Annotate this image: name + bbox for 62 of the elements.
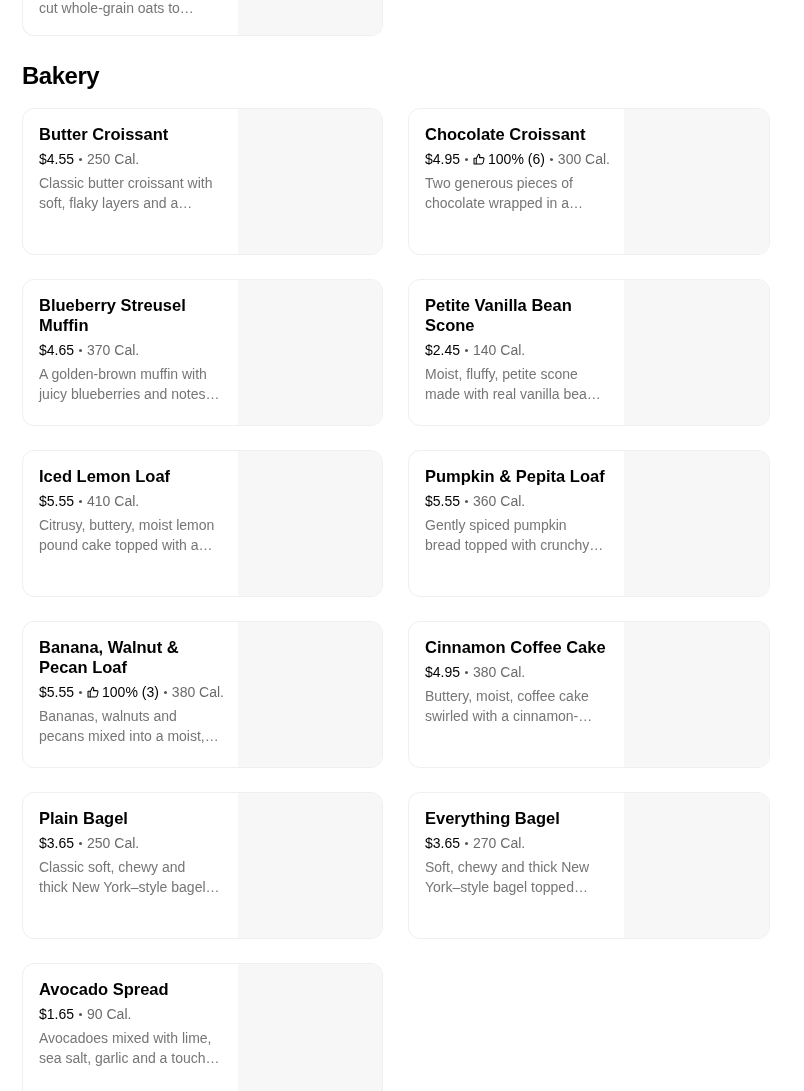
item-calories: 410 Cal. xyxy=(87,492,140,510)
item-price: $1.65 xyxy=(39,1005,75,1023)
item-calories: 300 Cal. xyxy=(557,150,610,168)
item-name: Avocado Spread xyxy=(39,979,170,999)
item-description: Citrusy, buttery, moist lemon pound cake topped with a… xyxy=(39,516,216,555)
item-price: $5.55 xyxy=(39,683,75,701)
item-price: $5.55 xyxy=(39,492,75,510)
item-description: Avocadoes mixed with lime, sea salt, garlic and a touch… xyxy=(39,1029,221,1068)
menu-item-card[interactable]: Avocado Spread $1.65 90 Cal. Avocadoes mixed with lime, sea salt, garlic and a touch… xyxy=(22,963,383,1091)
menu-item-card[interactable]: Cinnamon Coffee Cake $4.95 380 Cal. Buttery, moist, coffee cake swirled with a cinnamon-… xyxy=(408,621,770,768)
item-calories: 90 Cal. xyxy=(87,1005,132,1023)
item-name: Cinnamon Coffee Cake xyxy=(425,637,607,657)
rating-text: 100% (3) xyxy=(102,683,159,701)
item-calories: 380 Cal. xyxy=(171,683,224,701)
item-calories: 250 Cal. xyxy=(87,834,140,852)
item-name: Butter Croissant xyxy=(39,124,170,144)
item-description: Classic butter croissant with soft, flaky layers and a… xyxy=(39,174,214,213)
item-calories: 360 Cal. xyxy=(473,492,526,510)
item-description: Bananas, walnuts and pecans mixed into a moist,… xyxy=(39,707,220,746)
menu-item-card[interactable]: Banana, Walnut & Pecan Loaf $5.55 100% (3) 380 Cal. Bananas, walnuts and pecans mixed into a moist,… xyxy=(22,621,383,768)
menu-item-card[interactable]: Petite Vanilla Bean Scone $2.45 140 Cal. Moist, fluffy, petite scone made with real vanilla bea… xyxy=(408,279,770,426)
menu-item-card[interactable]: Butter Croissant $4.55 250 Cal. Classic butter croissant with soft, flaky layers and a… xyxy=(22,108,383,255)
item-price: $3.65 xyxy=(39,834,75,852)
item-price: $4.55 xyxy=(39,150,75,168)
item-description: Buttery, moist, coffee cake swirled with a cinnamon-… xyxy=(425,687,594,726)
rating-text: 100% (6) xyxy=(488,150,545,168)
item-name: Everything Bagel xyxy=(425,808,561,828)
menu-item-card[interactable]: Pumpkin & Pepita Loaf $5.55 360 Cal. Gently spiced pumpkin bread topped with crunchy… xyxy=(408,450,770,597)
item-description: A golden-brown muffin with juicy blueberries and notes… xyxy=(39,365,221,404)
item-calories: 380 Cal. xyxy=(473,663,526,681)
item-name: Plain Bagel xyxy=(39,808,129,828)
item-calories: 250 Cal. xyxy=(87,150,140,168)
item-calories: 140 Cal. xyxy=(473,341,526,359)
thumbs-up-icon xyxy=(473,153,486,165)
menu-item-card[interactable]: Plain Bagel $3.65 250 Cal. Classic soft, chewy and thick New York–style bagel… xyxy=(22,792,383,939)
item-description: Classic soft, chewy and thick New York–style bagel… xyxy=(39,858,221,897)
item-price: $4.95 xyxy=(425,663,461,681)
item-description: Soft, chewy and thick New York–style bagel topped… xyxy=(425,858,591,897)
menu-item-card[interactable]: Chocolate Croissant $4.95 100% (6) 300 Cal. Two generous pieces of chocolate wrapped in a… xyxy=(408,108,770,255)
item-name: Blueberry Streusel Muffin xyxy=(39,295,187,335)
item-name: Chocolate Croissant xyxy=(425,124,587,144)
item-calories: 370 Cal. xyxy=(87,341,140,359)
menu-item-card[interactable]: Everything Bagel $3.65 270 Cal. Soft, chewy and thick New York–style bagel topped… xyxy=(408,792,770,939)
item-description: Moist, fluffy, petite scone made with real vanilla bea… xyxy=(425,365,602,404)
item-name: Iced Lemon Loaf xyxy=(39,466,172,486)
menu-item-card[interactable]: Blueberry Streusel Muffin $4.65 370 Cal. A golden-brown muffin with juicy blueberries and notes… xyxy=(22,279,383,426)
item-calories: 270 Cal. xyxy=(473,834,526,852)
item-name: Pumpkin & Pepita Loaf xyxy=(425,466,606,486)
item-name: Banana, Walnut & Pecan Loaf xyxy=(39,637,180,677)
item-name: Petite Vanilla Bean Scone xyxy=(425,295,573,335)
item-description: Gently spiced pumpkin bread topped with crunchy… xyxy=(425,516,605,555)
section-heading: Bakery xyxy=(22,61,101,91)
item-description: Two generous pieces of chocolate wrapped in a… xyxy=(425,174,584,213)
item-price: $5.55 xyxy=(425,492,461,510)
item-price: $3.65 xyxy=(425,834,461,852)
item-price: $2.45 xyxy=(425,341,461,359)
thumbs-up-icon xyxy=(87,686,100,698)
menu-item-card[interactable]: Iced Lemon Loaf $5.55 410 Cal. Citrusy, buttery, moist lemon pound cake topped with a… xyxy=(22,450,383,597)
menu-item-card[interactable]: cut whole-grain oats to… xyxy=(22,0,383,36)
item-description: cut whole-grain oats to… xyxy=(39,0,195,17)
item-price: $4.95 xyxy=(425,150,461,168)
item-price: $4.65 xyxy=(39,341,75,359)
